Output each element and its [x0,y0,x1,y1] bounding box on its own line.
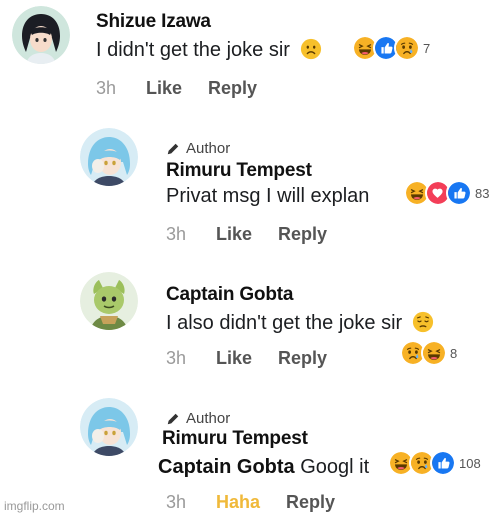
like-reaction-icon [446,180,472,206]
comment-shizue: Shizue Izawa I didn't get the joke sir 7… [0,0,500,110]
like-button[interactable]: Like [146,78,182,99]
comment-text-body: Googl it [300,456,370,478]
mention-link[interactable]: Captain Gobta [158,456,295,478]
commenter-name[interactable]: Rimuru Tempest [166,160,312,182]
pencil-icon [167,413,179,424]
comment-text: Privat msg I will explan [166,185,370,207]
comment-text-body: I didn't get the joke sir [96,39,290,61]
comment-text: Captain Gobta Googl it [158,456,369,479]
comment-rimuru-1: Author Rimuru Tempest Privat msg I will … [0,118,500,248]
comment-actions: 3h Like Reply [96,78,283,99]
author-label: Author [186,410,231,427]
comment-actions: 3h Like Reply [166,224,353,245]
timestamp[interactable]: 3h [166,224,216,245]
like-reaction-icon [430,450,456,476]
comment-actions: 3h Like Reply [166,348,353,369]
like-button[interactable]: Like [216,348,252,369]
reaction-summary[interactable]: 108 [388,450,481,476]
author-label: Author [186,140,231,157]
reply-button[interactable]: Reply [278,348,327,369]
haha-reaction-icon [421,340,447,366]
commenter-name[interactable]: Shizue Izawa [96,11,211,33]
comment-text-body: I also didn't get the joke sir [166,312,403,334]
reaction-count: 8 [450,345,458,361]
avatar-rimuru[interactable] [80,128,138,186]
timestamp[interactable]: 3h [166,492,216,513]
reaction-count: 108 [459,455,481,471]
frowning-face-icon [300,38,322,60]
reaction-summary[interactable]: 83 [404,180,489,206]
like-button[interactable]: Like [216,224,252,245]
sad-reaction-icon [394,35,420,61]
comment-gobta: Captain Gobta I also didn't get the joke… [0,262,500,382]
timestamp[interactable]: 3h [96,78,146,99]
commenter-name[interactable]: Rimuru Tempest [162,428,308,450]
reaction-count: 7 [423,40,431,56]
pensive-face-icon [412,311,434,333]
avatar-rimuru[interactable] [80,398,138,456]
timestamp[interactable]: 3h [166,348,216,369]
avatar-gobta[interactable] [80,272,138,330]
haha-reacted-button[interactable]: Haha [216,492,260,513]
reply-button[interactable]: Reply [208,78,257,99]
watermark: imgflip.com [4,499,65,513]
author-badge: Author [166,410,230,427]
commenter-name[interactable]: Captain Gobta [166,284,293,306]
reaction-summary[interactable]: 8 [400,340,457,366]
avatar-shizue[interactable] [12,6,70,64]
comment-actions: 3h Haha Reply [166,492,361,513]
reply-button[interactable]: Reply [278,224,327,245]
reaction-count: 83 [475,185,490,201]
reaction-summary[interactable]: 7 [352,35,430,61]
reply-button[interactable]: Reply [286,492,335,513]
comment-text: I didn't get the joke sir [96,38,322,62]
comment-rimuru-2: Author Rimuru Tempest Captain Gobta Goog… [0,390,500,517]
comment-text: I also didn't get the joke sir [166,311,434,335]
pencil-icon [167,143,179,154]
author-badge: Author [166,140,230,157]
